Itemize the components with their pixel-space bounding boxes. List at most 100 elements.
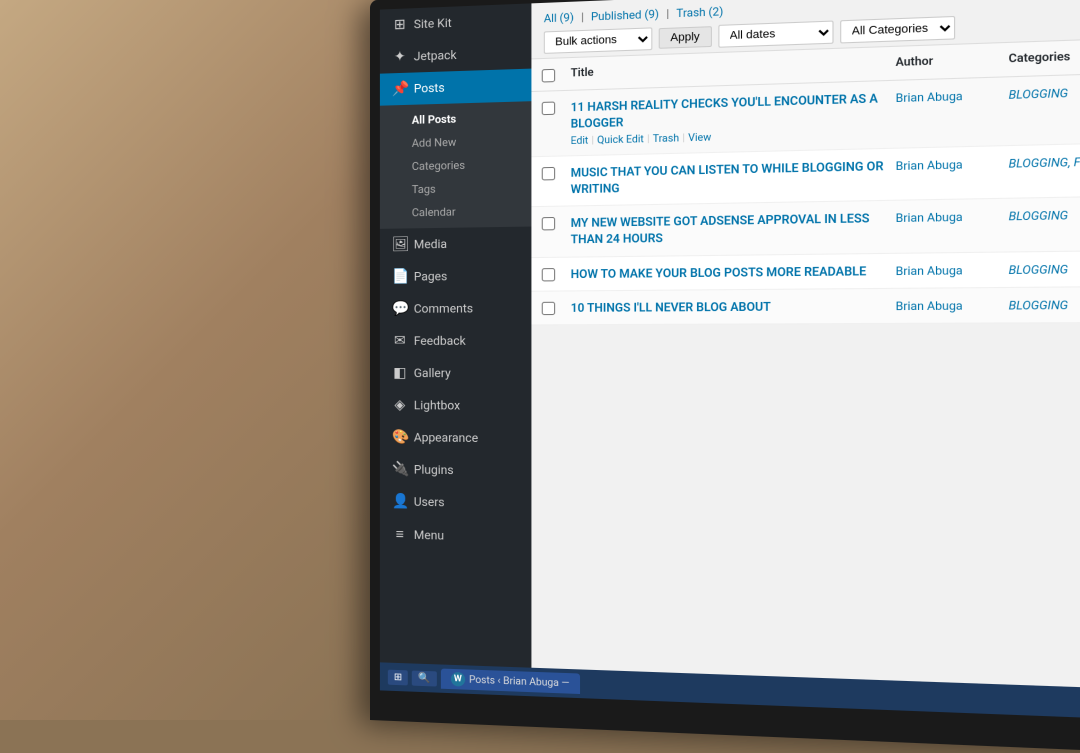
sidebar-label-feedback: Feedback bbox=[414, 334, 466, 348]
taskbar-start[interactable]: ⊞ bbox=[388, 669, 408, 685]
sidebar-item-feedback[interactable]: ✉ Feedback bbox=[380, 324, 532, 357]
row-5-author[interactable]: Brian Abuga bbox=[896, 296, 1009, 313]
gallery-icon: ◧ bbox=[392, 365, 408, 381]
posts-icon: 📌 bbox=[392, 81, 408, 98]
row-5-content: 10 THINGS I'LL NEVER BLOG ABOUT bbox=[571, 297, 896, 316]
bulk-actions-select[interactable]: Bulk actions Edit Move to Trash bbox=[544, 27, 653, 54]
sidebar-label-menu: Menu bbox=[414, 527, 444, 542]
posts-table: Title Author Categories 11 HARSH REALITY… bbox=[531, 39, 1080, 326]
filter-sep-2: | bbox=[666, 7, 672, 21]
main-content: All (9) | Published (9) | Trash (2) Bulk… bbox=[531, 0, 1080, 720]
feedback-icon: ✉ bbox=[392, 333, 408, 349]
taskbar-tab-label: Posts ‹ Brian Abuga — bbox=[469, 674, 569, 689]
row-5-checkbox[interactable] bbox=[542, 301, 555, 314]
filter-all[interactable]: All (9) bbox=[544, 11, 574, 25]
sidebar-item-gallery[interactable]: ◧ Gallery bbox=[380, 357, 532, 390]
row-4-checkbox[interactable] bbox=[542, 268, 555, 281]
row-1-checkbox[interactable] bbox=[542, 102, 555, 116]
submenu-calendar[interactable]: Calendar bbox=[380, 199, 532, 225]
category-filter-select[interactable]: All Categories Blogging Fun bbox=[840, 16, 955, 44]
lightbox-icon: ◈ bbox=[392, 397, 408, 413]
sidebar-item-plugins[interactable]: 🔌 Plugins bbox=[380, 453, 532, 487]
pages-icon: 📄 bbox=[392, 269, 408, 285]
sidebar-label-media: Media bbox=[414, 237, 447, 252]
row-3-checkbox-cell bbox=[542, 215, 571, 231]
table-row: HOW TO MAKE YOUR BLOG POSTS MORE READABL… bbox=[531, 251, 1080, 292]
header-categories: Categories bbox=[1009, 48, 1080, 68]
row-1-trash[interactable]: Trash bbox=[653, 133, 679, 145]
row-3-author[interactable]: Brian Abuga bbox=[896, 208, 1009, 226]
row-4-checkbox-cell bbox=[542, 265, 571, 281]
row-3-checkbox[interactable] bbox=[542, 217, 555, 230]
sidebar-item-comments[interactable]: 💬 Comments bbox=[380, 292, 532, 325]
row-2-checkbox[interactable] bbox=[542, 167, 555, 181]
sidebar-label-posts: Posts bbox=[414, 81, 445, 96]
row-4-title[interactable]: HOW TO MAKE YOUR BLOG POSTS MORE READABL… bbox=[571, 262, 896, 282]
submenu-categories[interactable]: Categories bbox=[380, 152, 532, 179]
row-2-content: MUSIC THAT YOU CAN LISTEN TO WHILE BLOGG… bbox=[571, 157, 896, 197]
row-3-categories[interactable]: BLOGGING bbox=[1009, 206, 1080, 224]
sidebar-item-pages[interactable]: 📄 Pages bbox=[380, 259, 532, 293]
posts-submenu: All Posts Add New Categories Tags Calend… bbox=[380, 101, 532, 229]
row-1-edit[interactable]: Edit bbox=[571, 136, 589, 148]
row-2-title[interactable]: MUSIC THAT YOU CAN LISTEN TO WHILE BLOGG… bbox=[571, 157, 896, 197]
sidebar-item-jetpack[interactable]: ✦ Jetpack bbox=[380, 36, 532, 74]
row-2-author[interactable]: Brian Abuga bbox=[896, 155, 1009, 173]
sidebar-item-users[interactable]: 👤 Users bbox=[380, 485, 532, 520]
row-1-quick-edit[interactable]: Quick Edit bbox=[597, 134, 644, 146]
sidebar-label-jetpack: Jetpack bbox=[414, 48, 457, 64]
header-title: Title bbox=[571, 55, 896, 81]
row-1-content: 11 HARSH REALITY CHECKS YOU'LL ENCOUNTER… bbox=[571, 89, 896, 147]
filter-trash[interactable]: Trash (2) bbox=[676, 5, 723, 20]
taskbar-tab-chrome[interactable]: W Posts ‹ Brian Abuga — bbox=[441, 669, 580, 694]
row-1-author[interactable]: Brian Abuga bbox=[896, 86, 1009, 105]
sidebar: ⊞ Site Kit ✦ Jetpack 📌 Posts All Posts A… bbox=[380, 3, 532, 696]
row-5-checkbox-cell bbox=[542, 299, 571, 315]
sidebar-label-lightbox: Lightbox bbox=[414, 398, 460, 412]
select-all-checkbox[interactable] bbox=[542, 69, 555, 83]
table-row: 10 THINGS I'LL NEVER BLOG ABOUT Brian Ab… bbox=[531, 287, 1080, 325]
sidebar-label-pages: Pages bbox=[414, 269, 447, 283]
sidebar-label-appearance: Appearance bbox=[414, 430, 478, 445]
submenu-tags[interactable]: Tags bbox=[380, 176, 532, 202]
sidebar-label-comments: Comments bbox=[414, 301, 473, 315]
site-kit-icon: ⊞ bbox=[392, 16, 408, 33]
taskbar-search[interactable]: 🔍 bbox=[412, 670, 437, 686]
sidebar-item-lightbox[interactable]: ◈ Lightbox bbox=[380, 389, 532, 422]
row-4-author[interactable]: Brian Abuga bbox=[896, 261, 1009, 278]
sidebar-item-media[interactable]: 🖼 Media bbox=[380, 227, 532, 261]
sidebar-item-posts[interactable]: 📌 Posts bbox=[380, 69, 532, 106]
row-1-checkbox-cell bbox=[542, 99, 571, 115]
menu-icon: ≡ bbox=[392, 525, 408, 542]
screen: ⊞ Site Kit ✦ Jetpack 📌 Posts All Posts A… bbox=[380, 0, 1080, 720]
media-icon: 🖼 bbox=[392, 236, 408, 252]
filter-sep-1: | bbox=[581, 10, 587, 24]
sidebar-label-gallery: Gallery bbox=[414, 366, 451, 380]
comments-icon: 💬 bbox=[392, 301, 408, 317]
filter-published[interactable]: Published (9) bbox=[591, 7, 659, 23]
sidebar-item-menu[interactable]: ≡ Menu bbox=[380, 517, 532, 553]
date-filter-select[interactable]: All dates January 2022 February 2022 bbox=[718, 21, 833, 48]
header-checkbox-cell bbox=[542, 66, 571, 82]
wp-favicon: W bbox=[451, 672, 465, 687]
row-2-categories[interactable]: BLOGGING, FUN bbox=[1009, 152, 1080, 171]
sidebar-item-appearance[interactable]: 🎨 Appearance bbox=[380, 421, 532, 455]
jetpack-icon: ✦ bbox=[392, 49, 408, 66]
users-icon: 👤 bbox=[392, 493, 408, 509]
row-4-content: HOW TO MAKE YOUR BLOG POSTS MORE READABL… bbox=[571, 262, 896, 282]
row-3-content: MY NEW WEBSITE GOT ADSENSE APPROVAL IN L… bbox=[571, 210, 896, 248]
sidebar-label-users: Users bbox=[414, 495, 445, 510]
apply-button[interactable]: Apply bbox=[659, 26, 712, 49]
table-row: MY NEW WEBSITE GOT ADSENSE APPROVAL IN L… bbox=[531, 197, 1080, 258]
row-3-title[interactable]: MY NEW WEBSITE GOT ADSENSE APPROVAL IN L… bbox=[571, 210, 896, 248]
sidebar-label-plugins: Plugins bbox=[414, 463, 454, 478]
row-4-categories[interactable]: BLOGGING bbox=[1009, 259, 1080, 276]
row-1-view[interactable]: View bbox=[688, 132, 711, 144]
row-5-categories[interactable]: BLOGGING bbox=[1009, 295, 1080, 312]
appearance-icon: 🎨 bbox=[392, 429, 408, 445]
row-1-title[interactable]: 11 HARSH REALITY CHECKS YOU'LL ENCOUNTER… bbox=[571, 89, 896, 132]
sidebar-label-site-kit: Site Kit bbox=[414, 16, 452, 32]
row-2-checkbox-cell bbox=[542, 165, 571, 181]
row-1-categories[interactable]: BLOGGING bbox=[1009, 82, 1080, 102]
row-5-title[interactable]: 10 THINGS I'LL NEVER BLOG ABOUT bbox=[571, 297, 896, 316]
